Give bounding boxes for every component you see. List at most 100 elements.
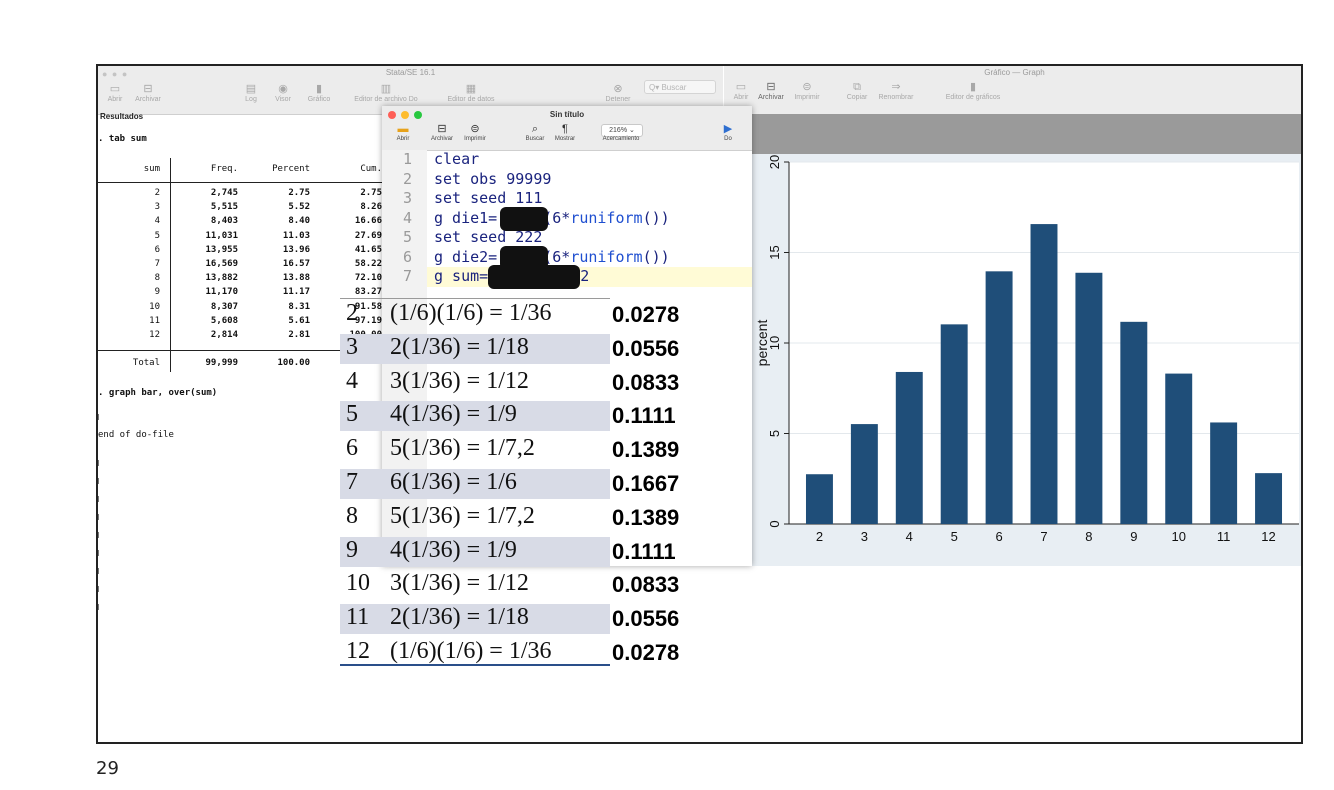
command-line: . tab sum xyxy=(98,134,147,144)
y-tick-label: 5 xyxy=(767,430,782,437)
sum-value: 3 xyxy=(346,333,358,360)
graph-canvas[interactable]: 0 5 10 15 20 percent 2 3 4 5 6 7 8 9 10 11 12 xyxy=(751,154,1301,566)
copy-icon: ⧉ xyxy=(853,81,861,93)
sum-value: 12 xyxy=(346,638,370,664)
table-row: 12 (1/6)(1/6) = 1/36 0.0278 xyxy=(340,636,679,666)
graph-editor-button[interactable]: ▮ Editor de gráficos xyxy=(936,80,1010,101)
row-sum: 3 xyxy=(154,202,160,213)
folder-icon: ▬ xyxy=(397,123,409,135)
save-button[interactable]: ⊟ Archivar xyxy=(128,82,168,103)
prompt-marker xyxy=(98,568,99,574)
do-editor-button[interactable]: ▥ Editor de archivo Do xyxy=(344,82,428,103)
row-cum: 41.65 xyxy=(354,244,382,255)
graph-button[interactable]: ▮ Gráfico xyxy=(302,82,336,103)
run-icon: ▶ xyxy=(723,123,733,135)
bar xyxy=(940,324,968,524)
row-freq: 11,031 xyxy=(205,230,238,241)
break-button[interactable]: ⊗ Detener xyxy=(598,82,638,103)
graph-copy-button[interactable]: ⧉ Copiar xyxy=(842,80,872,101)
probability-value: 0.1389 xyxy=(612,504,680,530)
x-tick-label: 6 xyxy=(995,529,1002,544)
log-button[interactable]: ▤ Log xyxy=(238,82,264,103)
probability-expression: 4(1/36) = 1/9 xyxy=(390,401,517,428)
sum-value: 5 xyxy=(346,401,358,428)
save-icon: ⊟ xyxy=(766,81,776,93)
probability-value: 0.0556 xyxy=(612,335,680,361)
probability-value: 0.1111 xyxy=(612,403,676,429)
total-label: Total xyxy=(132,358,160,368)
folder-icon: ▭ xyxy=(109,83,121,95)
slide-frame: ● ● ● Stata/SE 16.1 ▭ Abrir ⊟ Archivar ▤ Lo… xyxy=(96,64,1303,744)
probability-value: 0.0833 xyxy=(612,369,680,395)
row-sum: 6 xyxy=(154,244,160,255)
redaction-mark xyxy=(488,265,580,289)
page-number: 29 xyxy=(96,758,119,779)
bar-chart: 05101520percent2 3 4 5 6 7 8 9 10 11 12 xyxy=(754,155,1299,544)
y-tick-label: 20 xyxy=(767,155,782,169)
pilcrow-icon: ¶ xyxy=(562,123,568,135)
sum-value: 4 xyxy=(346,367,358,394)
table-divider xyxy=(170,158,171,372)
probability-expression: 6(1/36) = 1/6 xyxy=(390,469,517,495)
editor-print-button[interactable]: ⊜ Imprimir xyxy=(460,122,490,142)
chart-icon: ▮ xyxy=(315,83,323,95)
viewer-button[interactable]: ◉ Visor xyxy=(270,82,296,103)
graph-save-button[interactable]: ⊟ Archivar xyxy=(754,80,788,101)
row-sum: 11 xyxy=(149,315,160,326)
row-percent: 13.88 xyxy=(282,273,310,284)
editor-find-button[interactable]: ⌕ Buscar xyxy=(522,122,548,142)
open-button[interactable]: ▭ Abrir xyxy=(102,82,128,103)
search-input[interactable]: Q▾ Buscar xyxy=(644,80,716,94)
editor-open-button[interactable]: ▬ Abrir xyxy=(390,122,416,142)
graph-open-button[interactable]: ▭ Abrir xyxy=(730,80,752,101)
y-tick-label: 0 xyxy=(767,520,782,527)
row-freq: 8,307 xyxy=(210,301,238,312)
probability-expression: 5(1/36) = 1/7,2 xyxy=(390,435,535,462)
y-axis-label: percent xyxy=(754,320,770,367)
bar xyxy=(1030,224,1058,524)
bar xyxy=(1210,422,1238,524)
x-tick-label: 5 xyxy=(951,529,958,544)
table-bottom-rule xyxy=(340,664,610,666)
row-cum: 27.69 xyxy=(354,230,382,241)
row-percent: 8.40 xyxy=(288,216,310,227)
graph-editor-icon: ▮ xyxy=(969,81,977,93)
x-tick-label: 9 xyxy=(1130,529,1137,544)
search-icon: ⌕ xyxy=(531,123,539,135)
row-sum: 12 xyxy=(149,330,160,340)
row-cum: 16.66 xyxy=(354,216,382,227)
x-tick-label: 12 xyxy=(1261,529,1275,544)
row-freq: 13,955 xyxy=(205,244,238,255)
row-percent: 5.52 xyxy=(288,202,310,213)
sum-value: 2 xyxy=(346,300,358,326)
row-percent: 2.81 xyxy=(288,330,310,340)
prompt-marker xyxy=(98,478,99,484)
probability-value: 0.0833 xyxy=(612,572,680,598)
table-row: 6 5(1/36) = 1/7,2 0.1389 xyxy=(340,433,679,463)
editor-show-button[interactable]: ¶ Mostrar xyxy=(550,122,580,142)
run-do-button[interactable]: ▶ Do xyxy=(718,122,738,142)
sum-value: 6 xyxy=(346,435,358,462)
folder-icon: ▭ xyxy=(735,81,747,93)
sum-value: 8 xyxy=(346,502,358,529)
probability-value: 0.0556 xyxy=(612,606,680,632)
data-editor-button[interactable]: ▦ Editor de datos xyxy=(436,82,506,103)
graph-rename-button[interactable]: ⇒ Renombrar xyxy=(874,80,918,101)
sum-value: 11 xyxy=(346,604,370,631)
x-tick-label: 11 xyxy=(1217,529,1231,544)
log-icon: ▤ xyxy=(245,83,257,95)
table-row: 5 4(1/36) = 1/9 0.1111 xyxy=(340,399,676,432)
probability-expression: 4(1/36) = 1/9 xyxy=(390,536,517,563)
row-percent: 5.61 xyxy=(288,315,310,326)
probability-value: 0.0278 xyxy=(612,302,680,327)
probability-table: 2 (1/6)(1/6) = 1/36 0.0278 3 2(1/36) = 1/18 0… xyxy=(340,298,690,678)
row-sum: 8 xyxy=(154,273,160,284)
bar xyxy=(1075,272,1103,524)
editor-save-button[interactable]: ⊟ Archivar xyxy=(428,122,456,142)
sum-value: 10 xyxy=(346,570,370,597)
sum-value: 7 xyxy=(346,469,358,495)
y-tick-label: 15 xyxy=(767,245,782,259)
eye-icon: ◉ xyxy=(278,83,288,95)
graph-print-button[interactable]: ⊜ Imprimir xyxy=(790,80,824,101)
bar xyxy=(1120,321,1148,524)
